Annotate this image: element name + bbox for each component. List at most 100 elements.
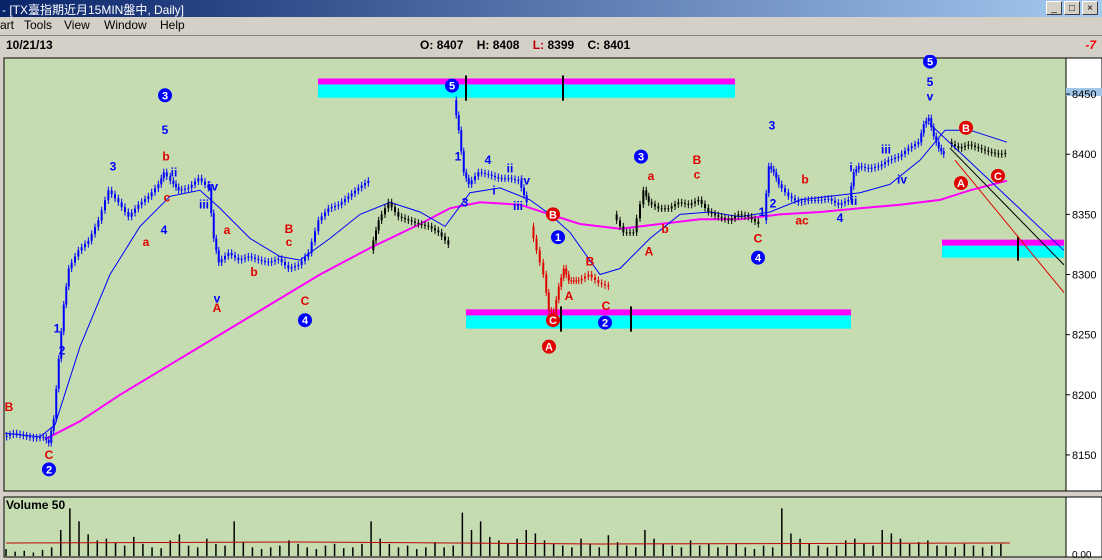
candle-body (74, 256, 76, 263)
candle-body (654, 204, 656, 207)
candle-body (357, 187, 360, 191)
candle-body (935, 136, 938, 143)
candle-body (217, 250, 220, 263)
wave-label: B (586, 254, 595, 268)
candle-body (137, 204, 140, 209)
candle-body (400, 216, 403, 218)
candle-body (977, 147, 980, 149)
wave-label: b (250, 265, 257, 279)
candle-body (957, 146, 960, 149)
candle-body (470, 180, 473, 185)
wave-label: A (645, 245, 654, 259)
candle-body (367, 180, 370, 184)
candle-body (687, 203, 690, 205)
candle-body (884, 162, 886, 165)
candle-body (580, 278, 583, 281)
candle-body (270, 261, 273, 263)
window-title: - [TX臺指期近月15MIN盤中, Daily] (2, 3, 185, 17)
candle-body (555, 299, 558, 313)
candle-body (724, 217, 726, 220)
wave-label: b (801, 172, 808, 186)
candle-body (507, 178, 510, 180)
price-chart[interactable]: 8450840083508300825082008150BC2123a35bii… (0, 55, 1102, 560)
candle-body (77, 250, 80, 257)
candle-body (894, 157, 896, 160)
wave-label: 1 (555, 232, 561, 244)
menu-help[interactable]: Help (160, 18, 185, 32)
candle-body (130, 212, 133, 217)
wave-label: 1 (455, 150, 462, 164)
candle-body (710, 211, 713, 214)
candle-body (294, 266, 296, 268)
candle-body (234, 255, 236, 258)
menu-start[interactable]: art (0, 18, 14, 32)
candle-body (900, 153, 903, 157)
candle-body (797, 200, 800, 203)
candle-body (927, 118, 930, 122)
menu-window[interactable]: Window (104, 18, 147, 32)
candle-body (264, 260, 266, 262)
candle-body (852, 172, 855, 187)
candle-body (940, 148, 943, 152)
wave-label: 5 (162, 123, 169, 137)
candle-body (523, 187, 525, 196)
menu-view[interactable]: View (64, 18, 90, 32)
candle-body (177, 187, 180, 191)
candle-body (200, 178, 203, 182)
candle-body (244, 257, 246, 259)
candle-body (767, 166, 770, 194)
candle-body (140, 201, 143, 205)
candle-body (547, 292, 550, 311)
candle-body (667, 208, 670, 210)
candle-body (824, 199, 826, 201)
y-tick-label: 8250 (1072, 330, 1096, 342)
close-button[interactable]: × (1082, 1, 1098, 15)
candle-body (500, 178, 503, 180)
maximize-button[interactable]: □ (1064, 1, 1080, 15)
target-band-cyan (466, 315, 851, 329)
candle-body (260, 260, 263, 262)
candle-body (100, 210, 103, 221)
candle-body (147, 196, 150, 200)
candle-body (690, 203, 693, 205)
candle-body (172, 180, 175, 184)
candle-body (504, 178, 506, 180)
candle-body (694, 201, 696, 204)
candle-body (674, 204, 676, 207)
candle-body (120, 202, 123, 208)
wave-label: i (849, 160, 852, 174)
minimize-button[interactable]: _ (1046, 1, 1062, 15)
candle-body (772, 169, 775, 173)
chart-area[interactable]: 8450 8400 8350 8300 8250 8200 8150 B C 2 1 2 3 a 3 5 b ii… (0, 55, 1102, 560)
candle-body (204, 181, 206, 185)
candle-body (474, 176, 476, 181)
wave-label: iii (881, 142, 891, 156)
candle-body (390, 202, 393, 208)
window-controls: _ □ × (1046, 1, 1098, 15)
candle-body (410, 220, 413, 222)
high-value: 8408 (492, 38, 520, 52)
candle-body (790, 196, 793, 199)
candle-body (922, 124, 925, 134)
candle-body (615, 214, 618, 221)
wave-label: iii (199, 198, 209, 212)
candle-body (420, 223, 423, 225)
candle-body (619, 220, 621, 227)
candle-body (5, 435, 8, 437)
candle-body (837, 202, 840, 205)
candle-body (757, 221, 760, 224)
candle-body (50, 430, 53, 443)
candle-body (925, 121, 928, 125)
candle-body (714, 213, 716, 216)
wave-label: 4 (755, 253, 762, 265)
candle-body (777, 178, 780, 185)
candle-body (707, 207, 710, 212)
candle-body (460, 130, 463, 152)
candle-body (394, 207, 396, 212)
candle-body (990, 151, 993, 153)
candle-body (970, 144, 973, 146)
candle-body (670, 206, 673, 209)
candle-body (190, 184, 193, 188)
candle-body (552, 311, 555, 313)
menu-tools[interactable]: Tools (24, 18, 52, 32)
